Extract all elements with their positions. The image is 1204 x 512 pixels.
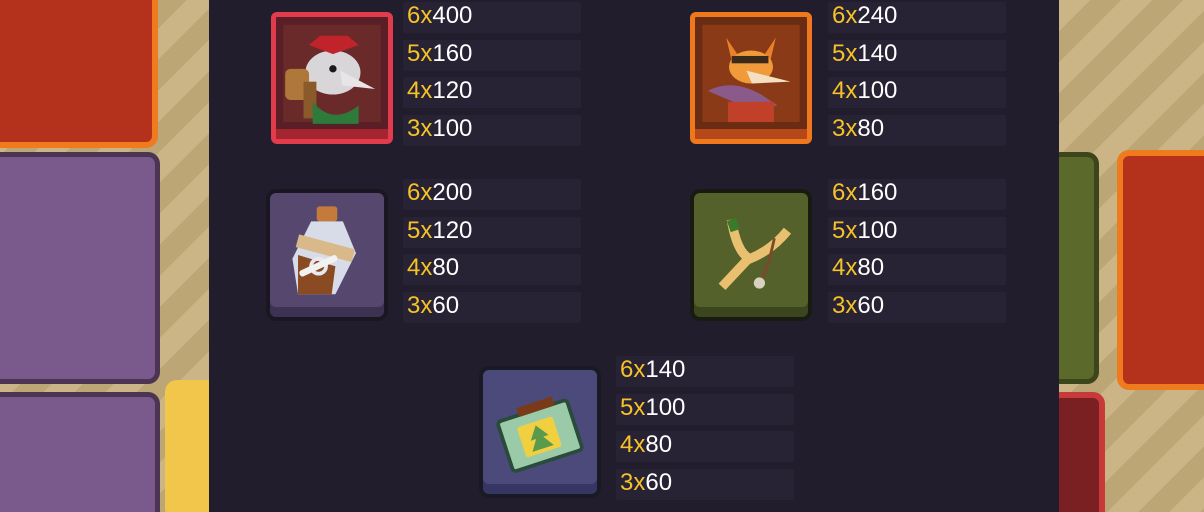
- pay-row: 3x100: [403, 111, 582, 149]
- matchbox-pays: 6x140 5x100 4x80 3x60: [616, 352, 795, 503]
- pay-value: 140: [857, 39, 898, 67]
- pay-value: 400: [432, 2, 473, 29]
- pay-value: 140: [645, 356, 686, 383]
- pay-value: 160: [857, 179, 898, 206]
- pay-value: 80: [857, 254, 885, 282]
- pay-row: 5x100: [616, 390, 795, 428]
- background-reels-right: [1059, 0, 1204, 512]
- pay-value: 100: [645, 393, 686, 421]
- reel-tile-wolf-2: [1059, 392, 1105, 512]
- pay-row: 4x100: [828, 73, 1007, 111]
- pay-value: 80: [645, 431, 673, 459]
- pay-row: 5x160: [403, 36, 582, 74]
- pay-multiplier: 6x: [407, 2, 433, 29]
- pay-row: 6x160: [828, 175, 1007, 213]
- reel-tile-potion-2: [0, 392, 160, 512]
- pay-row: 6x240: [828, 0, 1007, 36]
- pay-value: 160: [432, 39, 473, 67]
- pay-row: 6x200: [403, 175, 582, 213]
- pay-multiplier: 6x: [832, 179, 858, 206]
- pay-row: 4x80: [403, 250, 582, 288]
- potion-flask-pays: 6x200 5x120 4x80 3x60: [403, 175, 582, 326]
- reel-tile-potion: [0, 152, 160, 384]
- pay-row: 3x60: [828, 288, 1007, 326]
- pay-multiplier: 5x: [407, 216, 433, 244]
- pay-row: 3x80: [828, 111, 1007, 149]
- pay-row: 5x120: [403, 213, 582, 251]
- pay-row: 4x120: [403, 73, 582, 111]
- reel-tile-wolf: [0, 0, 158, 148]
- pay-value: 100: [857, 77, 898, 105]
- pay-multiplier: 4x: [832, 77, 858, 105]
- wolf-hammer-icon: [271, 12, 393, 144]
- reel-tile-slingshot: [1059, 152, 1099, 384]
- pay-value: 80: [432, 254, 460, 282]
- pay-multiplier: 5x: [407, 39, 433, 67]
- pay-multiplier: 6x: [832, 2, 858, 29]
- pay-value: 60: [857, 292, 885, 320]
- matchbox-icon: [479, 366, 601, 498]
- pay-multiplier: 3x: [407, 292, 433, 320]
- pay-multiplier: 3x: [407, 115, 433, 143]
- pay-row: 3x60: [403, 288, 582, 326]
- pay-row: 4x80: [616, 427, 795, 465]
- pay-multiplier: 5x: [832, 216, 858, 244]
- pay-multiplier: 3x: [832, 115, 858, 143]
- pay-multiplier: 6x: [620, 356, 646, 383]
- slingshot-icon: [690, 189, 812, 321]
- fox-lizard-icon: [690, 12, 812, 144]
- slingshot-pays: 6x160 5x100 4x80 3x60: [828, 175, 1007, 326]
- potion-flask-icon: [266, 189, 388, 321]
- pay-row: 3x60: [616, 465, 795, 503]
- pay-row: 4x80: [828, 250, 1007, 288]
- pay-multiplier: 5x: [620, 393, 646, 421]
- reel-tile-fox: [1117, 150, 1204, 390]
- pay-multiplier: 4x: [620, 431, 646, 459]
- pay-multiplier: 4x: [832, 254, 858, 282]
- pay-value: 60: [645, 469, 673, 497]
- pay-multiplier: 3x: [832, 292, 858, 320]
- pay-multiplier: 4x: [407, 254, 433, 282]
- reel-tile-glow: [165, 380, 209, 512]
- paytable-panel: 6x400 5x160 4x120 3x100 6x240 5x140 4x10…: [209, 0, 1059, 512]
- pay-value: 120: [432, 216, 473, 244]
- fox-lizard-pays: 6x240 5x140 4x100 3x80: [828, 0, 1007, 149]
- pay-value: 240: [857, 2, 898, 29]
- wolf-hammer-pays: 6x400 5x160 4x120 3x100: [403, 0, 582, 149]
- pay-multiplier: 6x: [407, 179, 433, 206]
- background-reels-left: [0, 0, 209, 512]
- pay-value: 100: [432, 115, 473, 143]
- pay-row: 5x100: [828, 213, 1007, 251]
- pay-multiplier: 5x: [832, 39, 858, 67]
- pay-multiplier: 4x: [407, 77, 433, 105]
- pay-value: 80: [857, 115, 885, 143]
- pay-value: 100: [857, 216, 898, 244]
- pay-row: 5x140: [828, 36, 1007, 74]
- pay-row: 6x140: [616, 352, 795, 390]
- pay-multiplier: 3x: [620, 469, 646, 497]
- pay-row: 6x400: [403, 0, 582, 36]
- pay-value: 120: [432, 77, 473, 105]
- pay-value: 200: [432, 179, 473, 206]
- pay-value: 60: [432, 292, 460, 320]
